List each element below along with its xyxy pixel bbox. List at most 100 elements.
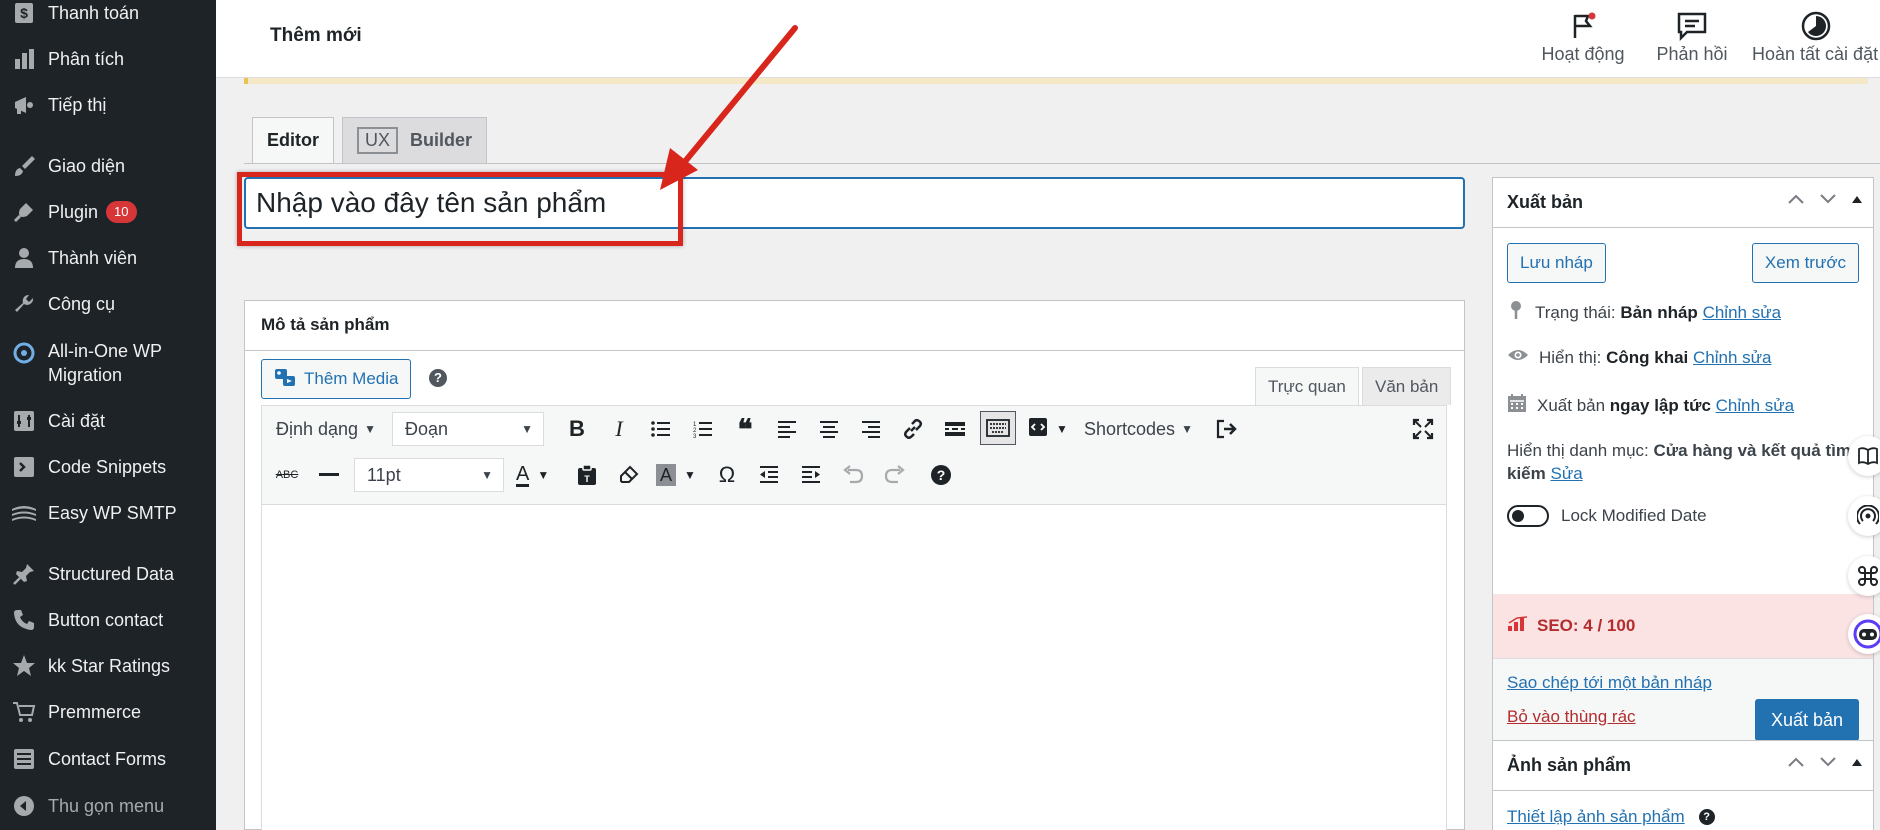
svg-text:T: T [584, 474, 590, 484]
special-character-icon[interactable]: Ω [712, 459, 742, 491]
sidebar-item-button-contact[interactable]: Button contact [0, 607, 216, 633]
sidebar-item-marketing[interactable]: Tiếp thị [0, 92, 216, 118]
italic-icon[interactable]: I [604, 413, 634, 445]
move-to-trash-link[interactable]: Bỏ vào thùng rác [1507, 707, 1636, 727]
bg-color-icon: A [656, 464, 677, 486]
edit-schedule-link[interactable]: Chỉnh sửa [1716, 396, 1794, 415]
schedule-row: Xuất bản ngay lập tức Chỉnh sửa [1507, 393, 1794, 418]
broadcast-icon[interactable] [1848, 496, 1880, 536]
sidebar-item-premmerce[interactable]: Premmerce [0, 699, 216, 725]
chevron-down-icon[interactable] [1819, 755, 1837, 773]
edit-catalog-link[interactable]: Sửa [1550, 464, 1582, 483]
sidebar-item-label: Cài đặt [48, 411, 106, 431]
sidebar-item-label: Premmerce [48, 702, 142, 722]
editor-content-area[interactable] [261, 505, 1447, 830]
chevron-up-icon[interactable] [1787, 192, 1805, 210]
help-icon[interactable]: ? [1698, 809, 1715, 825]
sidebar-item-payments[interactable]: $ Thanh toán [0, 0, 216, 26]
chevron-down-icon: ▼ [684, 468, 696, 482]
command-icon[interactable] [1848, 556, 1880, 596]
help-icon[interactable]: ? [429, 369, 447, 387]
sidebar-item-analytics[interactable]: Phân tích [0, 46, 216, 72]
publish-button[interactable]: Xuất bản [1754, 699, 1859, 741]
star-icon [10, 652, 38, 680]
tab-text[interactable]: Văn bản [1362, 367, 1452, 405]
copy-to-draft-link[interactable]: Sao chép tới một bản nháp [1507, 673, 1712, 693]
tab-visual[interactable]: Trực quan [1255, 367, 1359, 405]
undo-icon[interactable] [838, 459, 868, 491]
sidebar-item-migration[interactable]: All-in-One WP Migration [0, 337, 216, 387]
lock-modified-toggle[interactable] [1507, 505, 1549, 527]
read-more-icon[interactable] [940, 413, 970, 445]
activity-button[interactable]: Hoạt động [1538, 8, 1628, 65]
format-label: Định dạng [276, 418, 359, 439]
code-dropdown[interactable]: ▼ [1028, 413, 1074, 445]
sidebar-item-plugins[interactable]: Plugin 10 [0, 199, 216, 225]
indent-icon[interactable] [796, 459, 826, 491]
feedback-button[interactable]: Phản hồi [1650, 8, 1734, 65]
edit-visibility-link[interactable]: Chỉnh sửa [1693, 348, 1771, 367]
sidebar-item-tools[interactable]: Công cụ [0, 291, 216, 317]
tab-ux-builder[interactable]: UX Builder [342, 117, 488, 163]
horizontal-line-icon[interactable] [314, 459, 344, 491]
outdent-icon[interactable] [754, 459, 784, 491]
toolbar-row-2: ABC 11pt ▼ A ▼ T A ▼ Ω ? [262, 452, 1446, 498]
book-icon[interactable] [1848, 436, 1880, 476]
sidebar-item-appearance[interactable]: Giao diện [0, 153, 216, 179]
add-media-button[interactable]: Thêm Media [261, 359, 412, 399]
link-icon[interactable] [898, 413, 928, 445]
fullscreen-icon[interactable] [1408, 413, 1438, 445]
paragraph-select[interactable]: Đoạn ▼ [392, 412, 544, 446]
clear-format-icon[interactable] [614, 459, 644, 491]
bold-icon[interactable]: B [562, 413, 592, 445]
chevron-down-icon: ▼ [1181, 422, 1193, 436]
sidebar-item-contact-forms[interactable]: Contact Forms [0, 746, 216, 772]
eye-icon [1507, 347, 1529, 368]
text-color-dropdown[interactable]: A ▼ [516, 459, 564, 491]
redo-icon[interactable] [880, 459, 910, 491]
preview-button[interactable]: Xem trước [1751, 243, 1859, 283]
chevron-down-icon[interactable] [1819, 192, 1837, 210]
tab-editor[interactable]: Editor [252, 117, 334, 163]
chevron-down-icon: ▼ [481, 468, 493, 482]
sidebar-item-structured-data[interactable]: Structured Data [0, 561, 216, 587]
insert-icon[interactable] [1212, 413, 1242, 445]
bg-color-dropdown[interactable]: A ▼ [656, 459, 704, 491]
mail-icon [10, 499, 38, 527]
align-left-icon[interactable] [772, 413, 802, 445]
chevron-up-icon[interactable] [1787, 755, 1805, 773]
blockquote-icon[interactable]: ❝ [730, 413, 760, 445]
bullet-list-icon[interactable] [646, 413, 676, 445]
save-draft-button[interactable]: Lưu nháp [1507, 243, 1606, 283]
sidebar-item-label: Công cụ [48, 294, 116, 314]
numbered-list-icon[interactable]: 123 [688, 413, 718, 445]
align-center-icon[interactable] [814, 413, 844, 445]
product-title-input[interactable] [244, 177, 1465, 229]
sidebar-item-kk-star-ratings[interactable]: kk Star Ratings [0, 653, 216, 679]
sidebar-item-label: Phân tích [48, 49, 125, 69]
paste-text-icon[interactable]: T [572, 459, 602, 491]
collapse-menu-button[interactable]: Thu gọn menu [0, 793, 216, 819]
sidebar-item-easy-wp-smtp[interactable]: Easy WP SMTP [0, 500, 216, 526]
toggle-panel-icon[interactable] [1851, 755, 1863, 773]
seo-score-text: SEO: 4 / 100 [1537, 616, 1636, 635]
toolbar-toggle-icon[interactable] [980, 411, 1016, 445]
font-size-select[interactable]: 11pt ▼ [354, 458, 504, 492]
align-right-icon[interactable] [856, 413, 886, 445]
finish-setup-button[interactable]: Hoàn tất cài đặt [1752, 8, 1880, 65]
toggle-panel-icon[interactable] [1851, 192, 1863, 210]
edit-status-link[interactable]: Chỉnh sửa [1703, 303, 1781, 322]
keyboard-help-icon[interactable]: ? [926, 459, 956, 491]
strikethrough-icon[interactable]: ABC [272, 459, 302, 491]
sidebar-item-settings[interactable]: Cài đặt [0, 408, 216, 434]
sidebar-item-code-snippets[interactable]: Code Snippets [0, 454, 216, 480]
lock-modified-label: Lock Modified Date [1561, 506, 1707, 525]
page-title: Thêm mới [270, 25, 362, 46]
sidebar-item-label: All-in-One WP [48, 341, 163, 361]
notice-edge [244, 78, 1868, 84]
format-dropdown[interactable]: Định dạng ▼ [276, 413, 382, 445]
assistant-icon[interactable] [1848, 614, 1880, 654]
sidebar-item-users[interactable]: Thành viên [0, 245, 216, 271]
set-product-image-link[interactable]: Thiết lập ảnh sản phẩm [1507, 807, 1685, 827]
shortcodes-dropdown[interactable]: Shortcodes ▼ [1084, 413, 1200, 445]
